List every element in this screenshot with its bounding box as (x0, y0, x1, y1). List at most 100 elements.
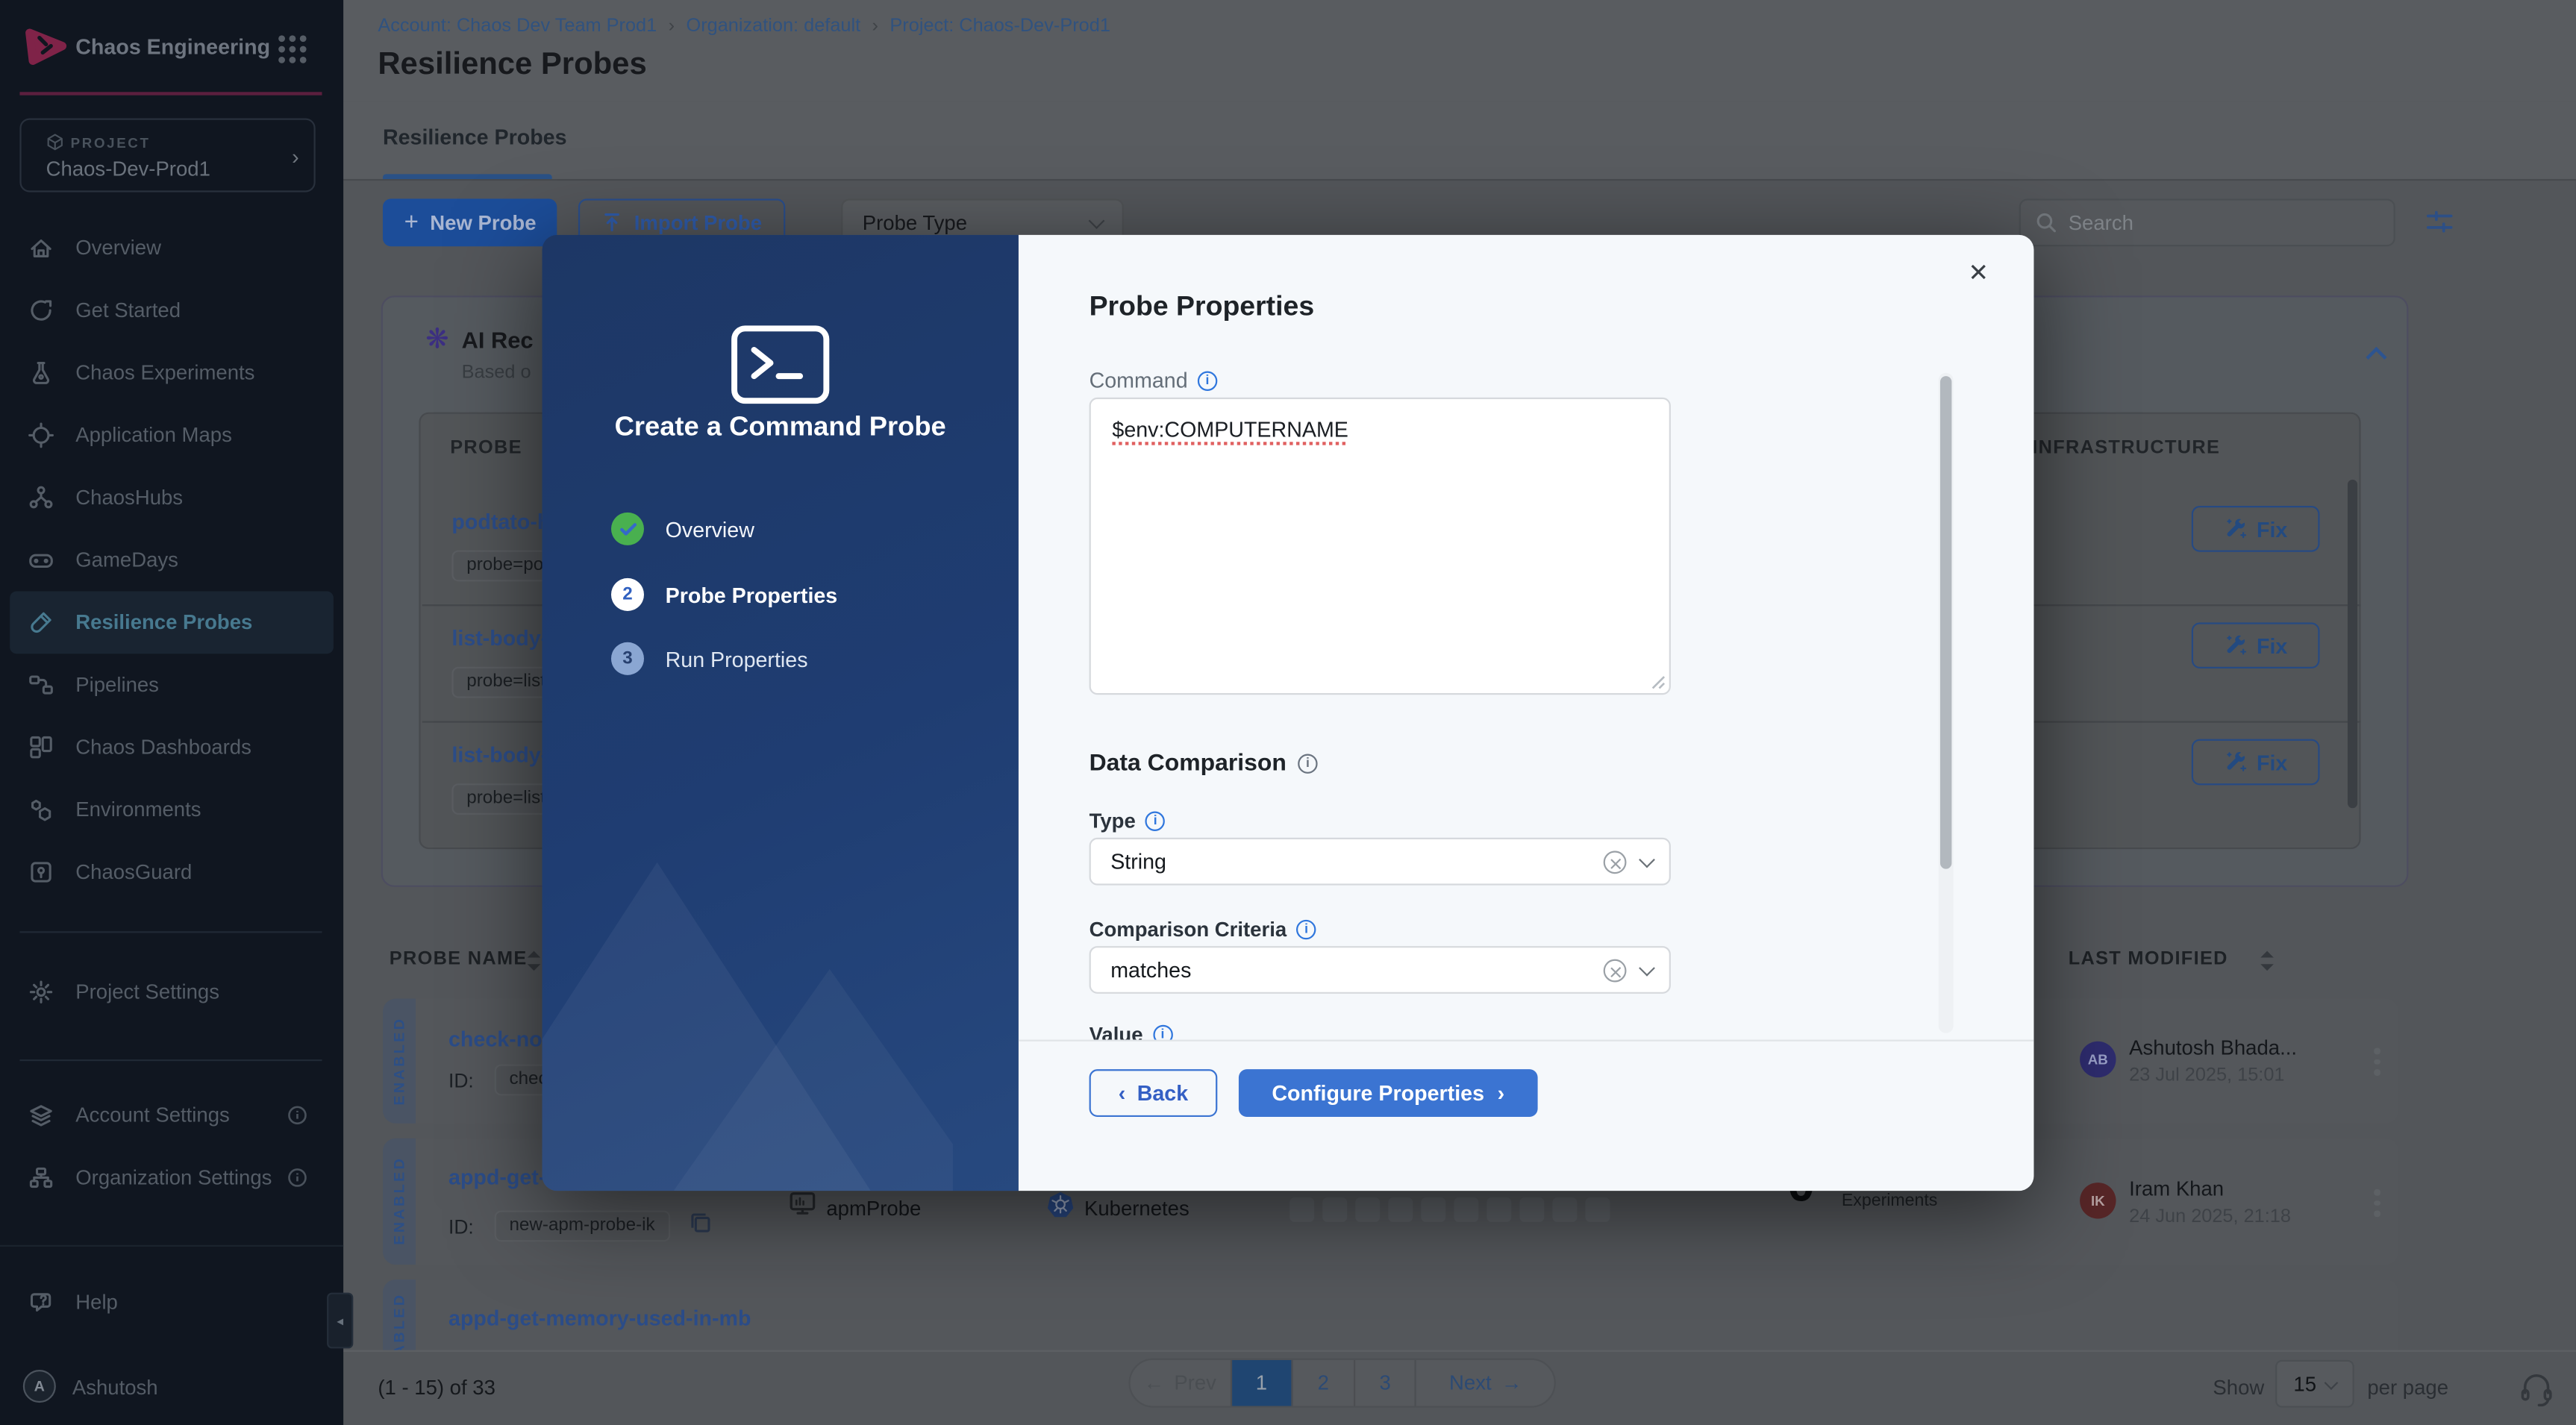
wizard-step-overview[interactable]: Overview (611, 513, 754, 545)
id-label: ID: (448, 1069, 474, 1092)
sidebar-item-chaos-experiments[interactable]: Chaos Experiments (0, 342, 343, 404)
page-header: Account: Chaos Dev Team Prod1 › Organizati… (343, 0, 2576, 101)
chevron-right-icon: › (292, 145, 299, 169)
sidebar-item-gamedays[interactable]: GameDays (0, 529, 343, 592)
search-input[interactable] (2069, 211, 2364, 234)
pagination-bar: (1 - 15) of 33 ←Prev 1 2 3 Next→ Show 15… (343, 1350, 2576, 1425)
org-gear-icon (28, 1165, 54, 1191)
page-button-3[interactable]: 3 (1355, 1360, 1417, 1406)
scrollbar-thumb[interactable] (2348, 480, 2357, 808)
row-menu-icon[interactable] (2374, 1189, 2380, 1221)
wizard-step-run-properties[interactable]: 3 Run Properties (611, 642, 808, 675)
chevron-down-icon (1639, 960, 1655, 977)
support-headset-icon[interactable] (2517, 1370, 2557, 1409)
page-title: Resilience Probes (378, 48, 646, 84)
avatar: AB (2080, 1042, 2116, 1077)
fix-button[interactable]: Fix (2192, 622, 2320, 668)
breadcrumb-project[interactable]: Project: Chaos-Dev-Prod1 (890, 16, 1110, 36)
user-name[interactable]: Ashutosh (72, 1377, 158, 1400)
probe-name-link[interactable]: check-nol (448, 1027, 548, 1051)
configure-properties-button[interactable]: Configure Properties› (1239, 1069, 1538, 1117)
command-label: Commandi (1090, 368, 1218, 392)
copy-icon[interactable] (688, 1211, 713, 1235)
search-box (2019, 198, 2395, 246)
clear-icon[interactable] (1604, 959, 1627, 983)
breadcrumb-org[interactable]: Organization: default (687, 16, 861, 36)
next-page-button[interactable]: Next→ (1417, 1360, 1554, 1406)
sort-icon[interactable] (528, 951, 541, 971)
probe-name-header[interactable]: PROBE NAME (390, 949, 528, 968)
module-grid-icon[interactable] (278, 34, 307, 64)
probe-name-link[interactable]: appd-get-memory-used-in-mb (448, 1306, 751, 1330)
info-icon[interactable]: i (1145, 812, 1165, 831)
type-select[interactable]: String (1090, 838, 1671, 886)
filter-icon[interactable] (2425, 207, 2454, 237)
layers-gear-icon (28, 1102, 54, 1128)
sidebar-item-application-maps[interactable]: Application Maps (0, 404, 343, 467)
sidebar-item-get-started[interactable]: Get Started (0, 279, 343, 342)
watermark-shapes (542, 797, 952, 1191)
wizard-panel: Create a Command Probe Overview 2 Probe … (542, 235, 1018, 1191)
info-icon[interactable]: i (1296, 920, 1316, 939)
prev-page-button[interactable]: ←Prev (1131, 1360, 1231, 1406)
probe-type: apmProbe (826, 1197, 921, 1221)
apm-monitor-icon (789, 1189, 816, 1217)
info-icon[interactable]: i (1298, 754, 1317, 773)
sidebar-item-chaos-dashboards[interactable]: Chaos Dashboards (0, 716, 343, 779)
sidebar-item-pipelines[interactable]: Pipelines (0, 654, 343, 716)
sidebar-item-chaosguard[interactable]: ChaosGuard (0, 841, 343, 903)
fix-button[interactable]: Fix (2192, 506, 2320, 552)
modal-scrollbar-thumb[interactable] (1940, 376, 1951, 868)
sidebar-item-chaoshubs[interactable]: ChaosHubs (0, 466, 343, 529)
sidebar-item-overview[interactable]: Overview (0, 217, 343, 280)
cube-icon (46, 133, 64, 151)
page-button-2[interactable]: 2 (1293, 1360, 1355, 1406)
app-title: Chaos Engineering (75, 34, 270, 59)
flask-icon (28, 360, 54, 386)
collapse-chevron-icon[interactable] (2366, 347, 2386, 368)
info-icon[interactable]: i (1198, 370, 1217, 389)
back-button[interactable]: ‹Back (1090, 1069, 1218, 1117)
tab-bar: Resilience Probes (343, 101, 2576, 181)
page-button-1[interactable]: 1 (1231, 1360, 1293, 1406)
plus-icon: + (404, 209, 419, 237)
info-icon[interactable]: i (1153, 1025, 1172, 1040)
ai-probe-link[interactable]: list-body- (451, 742, 548, 767)
breadcrumb-separator: › (872, 16, 878, 36)
status-badge: ENABLED (383, 999, 416, 1124)
avatar: IK (2080, 1183, 2116, 1218)
clear-icon[interactable] (1604, 851, 1627, 874)
breadcrumb-account[interactable]: Account: Chaos Dev Team Prod1 (378, 16, 657, 36)
step-number: 2 (611, 578, 644, 611)
kubernetes-icon (1046, 1191, 1074, 1218)
last-modified-header[interactable]: LAST MODIFIED (2069, 949, 2228, 968)
sidebar-item-environments[interactable]: Environments (0, 779, 343, 842)
ai-probe-link[interactable]: podtato-h (451, 509, 550, 533)
resize-grip-icon[interactable] (1651, 675, 1666, 690)
sidebar-item-resilience-probes[interactable]: Resilience Probes (10, 592, 334, 654)
sort-icon[interactable] (2261, 951, 2275, 971)
sidebar-collapse-handle[interactable]: ◂ (327, 1293, 353, 1349)
fix-button[interactable]: Fix (2192, 739, 2320, 786)
guard-lock-icon (28, 859, 54, 885)
project-selector[interactable]: PROJECT Chaos-Dev-Prod1 › (19, 119, 315, 192)
new-probe-button[interactable]: + New Probe (383, 198, 557, 246)
get-started-icon (28, 297, 54, 323)
chevron-down-icon (1089, 212, 1105, 228)
tab-resilience-probes[interactable]: Resilience Probes (383, 125, 567, 149)
ai-probe-link[interactable]: list-body- (451, 626, 548, 651)
sidebar-item-help[interactable]: Help (0, 1271, 343, 1334)
criteria-select[interactable]: matches (1090, 946, 1671, 994)
modal-scroll-area: Commandi $env:COMPUTERNAME Data Comparis… (1019, 368, 2034, 1039)
sidebar-item-organization-settings[interactable]: Organization Settings (0, 1147, 343, 1209)
command-textarea[interactable]: $env:COMPUTERNAME (1090, 398, 1671, 695)
infrastructure-type: Kubernetes (1084, 1197, 1189, 1221)
page-size-select[interactable]: 15 (2275, 1360, 2354, 1408)
user-avatar[interactable]: A (23, 1370, 56, 1403)
wizard-step-probe-properties[interactable]: 2 Probe Properties (611, 578, 837, 611)
sidebar-item-account-settings[interactable]: Account Settings (0, 1084, 343, 1147)
sidebar-item-project-settings[interactable]: Project Settings (0, 961, 343, 1024)
close-icon[interactable]: ✕ (1968, 258, 1989, 288)
pipeline-icon (28, 671, 54, 698)
row-menu-icon[interactable] (2374, 1048, 2380, 1080)
